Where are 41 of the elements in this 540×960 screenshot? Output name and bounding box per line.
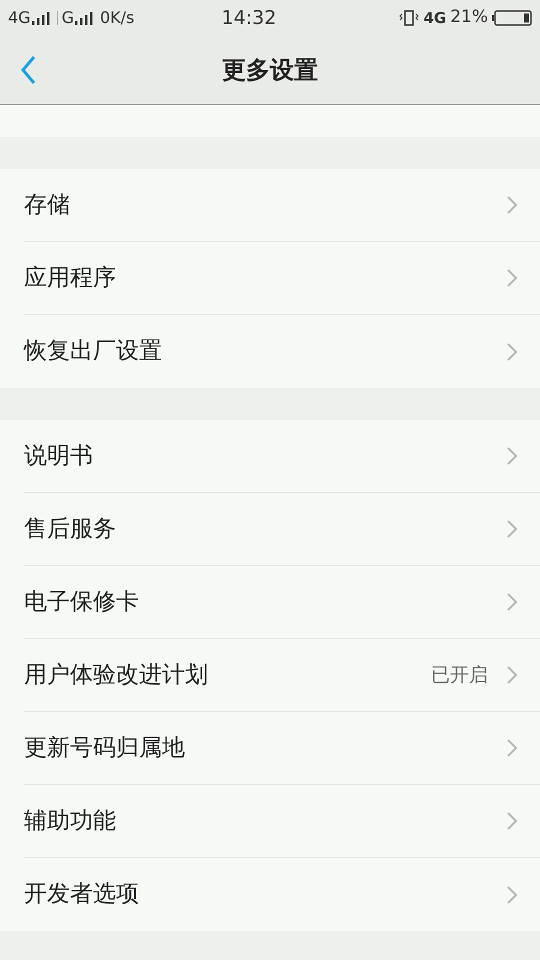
row-label: 用户体验改进计划 xyxy=(24,660,208,690)
battery-icon xyxy=(492,10,532,26)
chevron-right-icon xyxy=(506,342,518,362)
sim-label: G xyxy=(62,7,74,29)
chevron-right-icon xyxy=(506,195,518,215)
settings-row[interactable]: 存储 xyxy=(24,169,540,242)
settings-row[interactable]: 电子保修卡 xyxy=(24,566,540,639)
settings-row[interactable]: 应用程序 xyxy=(24,242,540,315)
row-label: 说明书 xyxy=(24,442,93,471)
chevron-right-icon xyxy=(506,884,518,904)
chevron-right-icon xyxy=(506,738,518,758)
sim-label: 4G xyxy=(8,7,31,29)
settings-row[interactable]: 辅助功能 xyxy=(24,785,540,858)
page-title: 更多设置 xyxy=(222,55,318,86)
chevron-right-icon xyxy=(506,268,518,288)
network-speed: 0K/s xyxy=(100,7,134,29)
settings-row[interactable]: 开发者选项 xyxy=(24,858,540,931)
network-label: 4G xyxy=(423,8,446,29)
chevron-right-icon xyxy=(506,592,518,612)
chevron-right-icon xyxy=(506,519,518,539)
chevron-right-icon xyxy=(506,446,518,466)
row-label: 应用程序 xyxy=(24,264,116,293)
settings-row[interactable]: 恢复出厂设置 xyxy=(24,315,540,388)
settings-row[interactable]: 用户体验改进计划 已开启 xyxy=(24,639,540,712)
row-label: 电子保修卡 xyxy=(24,588,139,617)
row-value: 已开启 xyxy=(431,662,488,688)
row-label: 恢复出厂设置 xyxy=(24,337,162,366)
settings-row[interactable]: 说明书 xyxy=(24,420,540,493)
vibrate-icon xyxy=(399,10,420,26)
chevron-right-icon xyxy=(506,811,518,831)
row-label: 售后服务 xyxy=(24,514,116,544)
row-label: 辅助功能 xyxy=(24,806,116,836)
row-label: 开发者选项 xyxy=(24,880,139,910)
settings-row[interactable]: 更新号码归属地 xyxy=(24,712,540,785)
settings-row[interactable]: 售后服务 xyxy=(24,493,540,566)
clock: 14:32 xyxy=(222,6,278,31)
row-label: 更新号码归属地 xyxy=(24,734,185,763)
battery-percent: 21% xyxy=(450,6,488,30)
row-label: 存储 xyxy=(24,190,70,220)
back-icon xyxy=(20,55,36,85)
chevron-right-icon xyxy=(506,665,518,685)
